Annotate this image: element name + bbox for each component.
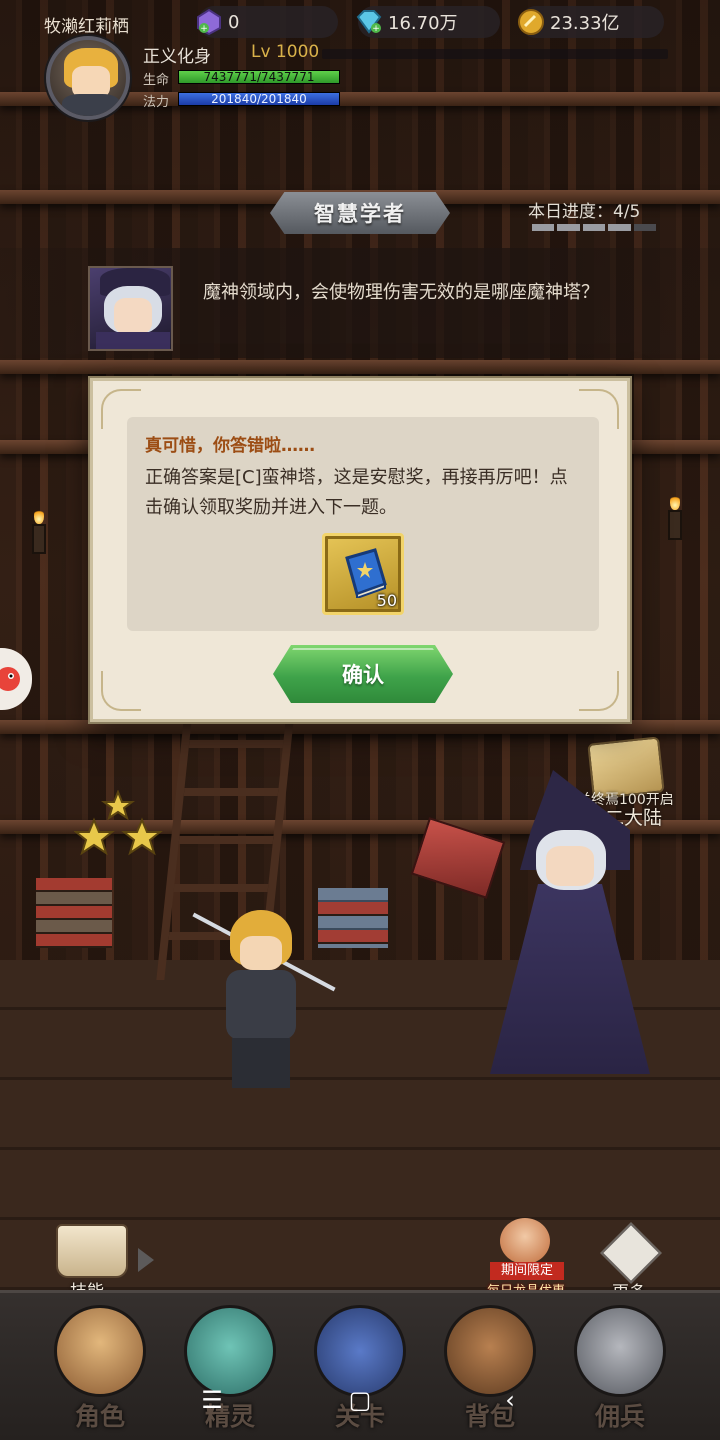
mp-label: 法力: [143, 95, 170, 110]
girl-portrait-icon: [500, 1218, 550, 1264]
result-dialog: 真可惜，你答错啦…… 正确答案是[C]蛮神塔，这是安慰奖，再接再厉吧！点击确认领…: [90, 378, 630, 722]
hp-bar: 7437771/7437771: [178, 70, 340, 84]
slime-icon: [184, 1305, 276, 1397]
progress-segment: [633, 224, 657, 231]
player-level: Lv 1000: [251, 42, 320, 62]
bookshelf: [0, 720, 720, 734]
bookshelf: [0, 360, 720, 374]
scholar-portrait: [88, 266, 173, 351]
star-spirits-icon: [74, 790, 163, 856]
diamond-icon: +: [354, 7, 384, 37]
menu-icon[interactable]: ☰: [192, 1386, 232, 1414]
back-icon[interactable]: ‹: [490, 1386, 530, 1414]
quiz-title: 智慧学者: [314, 202, 406, 226]
character-icon: [54, 1305, 146, 1397]
diamond-resource[interactable]: + 16.70万: [356, 6, 500, 38]
quiz-title-plate: 智慧学者: [270, 192, 450, 234]
home-icon[interactable]: ▢: [340, 1386, 380, 1414]
purple-gem-icon: +: [194, 7, 224, 37]
book-pile: [36, 878, 112, 948]
diamond-count: 16.70万: [388, 13, 458, 34]
reward-item[interactable]: 50: [322, 533, 404, 615]
limited-tag: 期间限定: [490, 1262, 564, 1280]
chevron-right-icon[interactable]: [138, 1248, 154, 1272]
dpad-icon: [600, 1222, 662, 1284]
ornament: [101, 671, 141, 711]
progress-segment: [532, 224, 555, 231]
bird-icon: [0, 667, 20, 691]
mp-bar: 201840/201840: [178, 92, 340, 106]
candle-icon: [28, 508, 50, 568]
dialog-content: 真可惜，你答错啦…… 正确答案是[C]蛮神塔，这是安慰奖，再接再厉吧！点击确认领…: [127, 417, 599, 631]
svg-text:+: +: [200, 24, 208, 34]
scholar-npc[interactable]: [480, 760, 660, 1090]
player-avatar[interactable]: [46, 36, 130, 120]
daily-progress-label: 本日进度：4/5: [528, 202, 641, 222]
dialog-heading: 真可惜，你答错啦……: [145, 436, 315, 456]
knight-helmet-icon: [574, 1305, 666, 1397]
progress-segment: [557, 224, 580, 231]
dialog-message: 正确答案是[C]蛮神塔，这是安慰奖，再接再厉吧！点击确认领取奖励并进入下一题。: [145, 467, 568, 518]
gem-count: 0: [228, 11, 240, 33]
gold-coin-icon: [516, 7, 546, 37]
candle-icon: [664, 494, 686, 554]
confirm-button[interactable]: 确认: [273, 645, 453, 703]
gem-resource[interactable]: + 0: [197, 6, 338, 38]
spellbook-icon: [56, 1224, 128, 1278]
gold-resource[interactable]: 23.33亿: [518, 6, 664, 38]
hp-label: 生命: [143, 73, 170, 88]
question-text: 魔神领域内，会使物理伤害无效的是哪座魔神塔？: [203, 282, 599, 303]
backpack-icon: [444, 1305, 536, 1397]
progress-segment: [608, 224, 631, 231]
daily-progress-bar: [532, 224, 657, 231]
system-navigation-bar: ☰ ▢ ‹: [0, 1386, 720, 1426]
svg-text:+: +: [372, 24, 380, 34]
ornament: [579, 671, 619, 711]
gold-count: 23.33亿: [550, 13, 620, 34]
player-title: 正义化身: [143, 47, 211, 67]
exp-bar: [322, 49, 668, 59]
reward-count: 50: [376, 591, 397, 610]
confirm-label: 确认: [342, 663, 384, 687]
player-name: 牧濑红莉栖: [44, 17, 129, 37]
progress-segment: [582, 224, 606, 231]
hp-value: 7437771/7437771: [203, 70, 315, 84]
crossed-swords-icon: [314, 1305, 406, 1397]
hero-character: [190, 910, 340, 1100]
mp-value: 201840/201840: [211, 92, 307, 106]
